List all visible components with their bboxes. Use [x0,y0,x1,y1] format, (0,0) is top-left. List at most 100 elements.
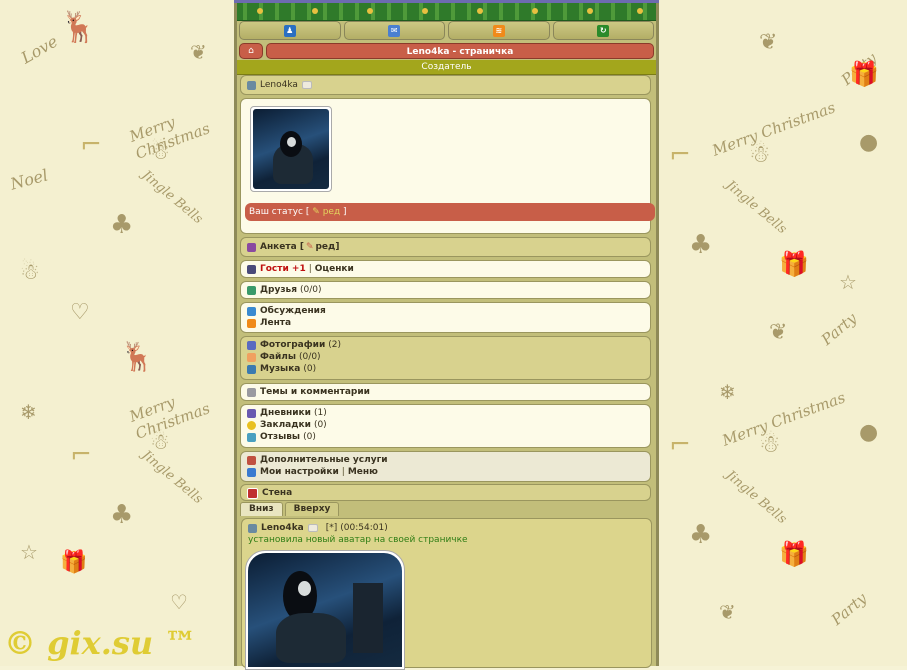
bg-word-noel: Noel [8,165,51,194]
mail-small-icon[interactable] [301,81,312,89]
tree-icon-2: ♣ [110,500,134,530]
reviews-count: (0) [303,432,316,442]
candy-cane-icon-4: ⌐ [669,430,691,460]
heart-icon-2: ♡ [170,590,188,614]
friends-link[interactable]: Друзья [260,285,297,295]
user-online-icon [247,80,256,90]
wall-title[interactable]: Стена [262,488,292,498]
music-count: (0) [303,364,317,374]
music-link[interactable]: Музыка [260,364,300,374]
rss-button[interactable]: ≋ [448,21,550,40]
avatar[interactable] [250,106,332,192]
holly-icon: ❦ [190,40,207,64]
bg-word-love: Love [17,31,61,68]
eye-icon [247,264,256,274]
snowman-icon-4: ☃ [749,140,771,168]
topics-link[interactable]: Темы и комментарии [260,387,370,397]
guests-link[interactable]: Гости +1 [260,264,306,274]
page-title: Leno4ka - страничка [266,43,654,59]
snowman-icon-3: ☃ [150,430,170,455]
refresh-button[interactable]: ↻ [552,21,654,40]
services-link[interactable]: Дополнительные услуги [260,455,388,465]
mail-small-icon[interactable] [307,524,318,532]
star-bookmark-icon [247,420,256,430]
tab-down[interactable]: Вниз [240,502,283,516]
anketa-link[interactable]: Анкета [ [260,242,304,252]
post-marker-link[interactable]: [*] [326,523,338,533]
discussions-block: Обсуждения Лента [240,302,651,333]
post-image[interactable] [245,550,405,670]
chat-icon [247,306,256,316]
mail-button[interactable]: ✉ [343,21,445,40]
services-icon [247,455,256,465]
snowman-icon-2: ☃ [20,260,40,285]
pencil-icon: ✎ [312,207,320,217]
anketa-block: Анкета [ ✎ ред ] [240,237,651,257]
files-icon [247,352,256,362]
reviews-link[interactable]: Отзывы [260,432,300,442]
wall-icon [247,487,258,499]
home-button[interactable]: ⌂ [239,43,263,59]
username-block: Leno4ka [240,75,651,95]
anketa-bracket: ] [335,242,340,252]
feed-link[interactable]: Лента [260,318,291,328]
bg-word-jingle-bells-4: Jingle Bells [722,467,790,528]
snowflake-icon: ❄ [20,400,37,424]
menu-link[interactable]: Меню [348,467,378,477]
top-icon-bar: ♟ ✉ ≋ ↻ [239,21,654,40]
anketa-edit-link[interactable]: ред [315,242,335,252]
friends-count: (0/0) [300,285,322,295]
media-block: Фотографии (2) Файлы (0/0) Музыка (0) [240,336,651,380]
holly-icon-2: ❦ [759,30,778,55]
rss-icon [247,318,256,328]
post-author-link[interactable]: Leno4ka [261,523,304,533]
bg-word-jingle-bells-3: Jingle Bells [722,177,790,238]
pudding-icon-2: ● [859,420,879,445]
post-time: (00:54:01) [340,523,388,533]
profile-button[interactable]: ♟ [239,21,341,40]
diaries-link[interactable]: Дневники [260,408,311,418]
settings-link[interactable]: Мои настройки [260,467,339,477]
diaries-count: (1) [313,408,327,418]
bg-word-party-3: Party [827,589,871,629]
wall-header: Стена [240,484,651,501]
files-link[interactable]: Файлы [260,352,296,362]
comments-icon [247,387,256,397]
reindeer-icon-2: 🦌 [120,340,155,373]
music-icon [247,364,256,374]
reindeer-icon: 🦌 [60,10,98,45]
pencil-icon: ✎ [305,242,314,252]
bg-word-merry-christmas-4: Merry Christmas [719,388,848,450]
ratings-link[interactable]: Оценки [315,264,354,274]
photos-count: (2) [328,340,342,350]
status-edit-link[interactable]: ред [323,207,340,217]
gift-icon-4: 🎁 [779,540,809,568]
bookmarks-link[interactable]: Закладки [260,420,311,430]
discussions-link[interactable]: Обсуждения [260,306,326,316]
bg-word-merry-christmas-3: Merry Christmas [709,98,838,160]
reviews-icon [247,432,256,442]
watermark: © gix.su ™ [4,624,197,662]
diaries-block: Дневники (1) Закладки (0) Отзывы (0) [240,404,651,448]
holly-icon-4: ❦ [719,600,736,624]
post-image-content [248,553,402,667]
bg-word-jingle-bells: Jingle Bells [138,167,206,228]
photos-link[interactable]: Фотографии [260,340,325,350]
avatar-image [253,109,329,189]
creator-banner: Создатель [237,60,656,75]
username-link[interactable]: Leno4ka [260,80,298,90]
diary-icon [247,408,256,418]
star-icon: ☆ [20,540,38,564]
user-icon: ♟ [283,24,296,37]
tab-up[interactable]: Вверху [284,502,340,516]
bg-word-merry-christmas-2: Merry Christmas [126,392,213,443]
refresh-icon: ↻ [597,24,610,37]
home-icon: ⌂ [248,46,254,56]
bg-word-jingle-bells-2: Jingle Bells [138,447,206,508]
heart-icon: ♡ [70,300,90,325]
snowman-icon-5: ☃ [759,430,781,458]
tree-icon-3: ♣ [689,230,713,260]
candy-cane-icon: ⌐ [80,130,102,160]
status-bracket: ] [343,207,347,217]
holly-icon-3: ❦ [769,320,788,345]
